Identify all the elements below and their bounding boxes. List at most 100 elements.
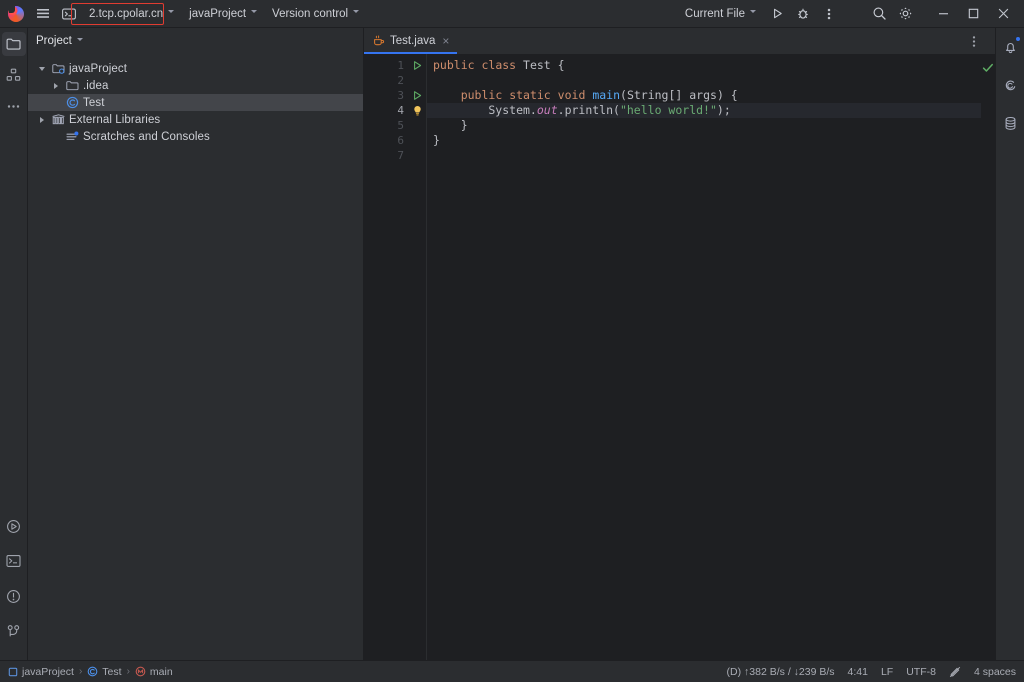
tree-node-idea[interactable]: .idea [28, 77, 363, 94]
editor-tab-actions [961, 28, 995, 54]
chevron-right-icon[interactable] [36, 114, 47, 125]
close-icon[interactable]: × [442, 35, 449, 47]
breadcrumb-separator: › [79, 666, 82, 677]
line-number: 6 [364, 133, 408, 148]
writable-icon[interactable] [949, 666, 961, 678]
breadcrumb-item-method[interactable]: main [135, 666, 173, 678]
file-encoding[interactable]: UTF-8 [906, 666, 936, 678]
tree-node-test[interactable]: Test [28, 94, 363, 111]
maximize-button[interactable] [958, 1, 988, 27]
tree-node-label: Test [83, 97, 105, 109]
editor-area: Test.java × 1 2 [364, 28, 995, 660]
bell-icon[interactable] [998, 35, 1022, 59]
run-gutter-icon[interactable] [408, 58, 426, 73]
project-widget-icon[interactable] [56, 3, 82, 25]
status-bar: javaProject › Test › [0, 660, 1024, 682]
remote-host-label: 2.tcp.cpolar.cn [89, 8, 163, 20]
code-line-6: } [427, 133, 981, 148]
caret-position[interactable]: 4:41 [848, 666, 868, 678]
project-tool-window: Project javaProject [28, 28, 364, 660]
sidebar-item-version-control[interactable] [2, 619, 26, 643]
close-button[interactable] [988, 1, 1018, 27]
gutter-empty [408, 73, 426, 88]
editor-main: 1 2 3 4 5 6 7 [364, 54, 995, 660]
library-icon [51, 113, 65, 127]
code-editor[interactable]: public class Test { public static void m… [426, 54, 981, 660]
editor-gutter-marks [408, 54, 426, 660]
code-line-2 [427, 73, 981, 88]
chevron-down-icon[interactable] [36, 63, 47, 74]
search-icon[interactable] [866, 3, 892, 25]
intention-bulb-icon[interactable] [408, 103, 426, 118]
line-number: 3 [364, 88, 408, 103]
tree-node-external-libraries[interactable]: External Libraries [28, 111, 363, 128]
sidebar-item-problems[interactable] [2, 584, 26, 608]
folder-icon [65, 79, 79, 93]
method-icon [135, 666, 146, 677]
breadcrumb-label: javaProject [22, 666, 74, 678]
chevron-down-icon [353, 10, 360, 17]
code-line-7 [427, 148, 981, 163]
project-panel-title: Project [36, 35, 72, 47]
version-control-label: Version control [272, 8, 348, 20]
tree-node-javaproject[interactable]: javaProject [28, 60, 363, 77]
chevron-down-icon [750, 10, 757, 17]
project-selector[interactable]: javaProject [182, 3, 265, 25]
sidebar-item-run[interactable] [2, 514, 26, 538]
editor-scrollbar[interactable] [981, 54, 995, 660]
sidebar-item-structure[interactable] [2, 63, 26, 87]
checkmark-ok-icon[interactable] [982, 62, 994, 74]
run-icon[interactable] [764, 3, 790, 25]
code-line-4: System.out.println("hello world!"); [427, 103, 981, 118]
java-file-icon [373, 35, 385, 47]
scratch-icon [65, 130, 79, 144]
chevron-down-icon [251, 10, 258, 17]
ai-swirl-icon[interactable] [998, 73, 1022, 97]
toolbar-right-group: Current File [678, 1, 1018, 27]
tree-node-label: .idea [83, 80, 108, 92]
chevron-right-icon[interactable] [50, 80, 61, 91]
remote-host-selector[interactable]: 2.tcp.cpolar.cn [82, 3, 182, 25]
gutter-empty [408, 118, 426, 133]
database-icon[interactable] [998, 111, 1022, 135]
code-line-3: public static void main(String[] args) { [427, 88, 981, 103]
more-vertical-icon[interactable] [816, 3, 842, 25]
java-class-icon [87, 666, 98, 677]
chevron-down-icon[interactable] [77, 38, 84, 45]
sidebar-item-terminal[interactable] [2, 549, 26, 573]
chevron-down-icon [168, 10, 175, 17]
line-separator[interactable]: LF [881, 666, 893, 678]
intellij-logo-icon [8, 6, 24, 22]
line-number: 7 [364, 148, 408, 163]
status-bar-right: (D) ↑382 B/s / ↓239 B/s 4:41 LF UTF-8 4 … [727, 666, 1016, 678]
line-number: 4 [364, 103, 408, 118]
breadcrumb-item-module[interactable]: javaProject [8, 666, 74, 678]
editor-tab-strip: Test.java × [364, 28, 995, 54]
toolbar-left-group: 2.tcp.cpolar.cn javaProject Version cont… [5, 3, 367, 25]
notification-badge [1015, 36, 1021, 42]
right-tool-rail [995, 28, 1024, 660]
tree-node-scratches[interactable]: Scratches and Consoles [28, 128, 363, 145]
gear-icon[interactable] [892, 3, 918, 25]
debug-icon[interactable] [790, 3, 816, 25]
sidebar-item-project[interactable] [2, 32, 26, 56]
java-class-icon [65, 96, 79, 110]
tab-test-java[interactable]: Test.java × [364, 28, 457, 54]
breadcrumb-separator: › [127, 666, 130, 677]
more-vertical-icon[interactable] [961, 30, 987, 52]
version-control-selector[interactable]: Version control [265, 3, 367, 25]
run-configuration-selector[interactable]: Current File [678, 3, 764, 25]
indent-setting[interactable]: 4 spaces [974, 666, 1016, 678]
sidebar-item-more[interactable] [2, 94, 26, 118]
left-tool-rail [0, 28, 28, 660]
run-configuration-label: Current File [685, 8, 745, 20]
run-gutter-icon[interactable] [408, 88, 426, 103]
network-speed-indicator[interactable]: (D) ↑382 B/s / ↓239 B/s [727, 666, 835, 678]
hamburger-menu-icon[interactable] [30, 3, 56, 25]
project-tree: javaProject .idea [28, 54, 363, 145]
breadcrumb-item-class[interactable]: Test [87, 666, 121, 678]
minimize-button[interactable] [928, 1, 958, 27]
line-number: 2 [364, 73, 408, 88]
tree-indent-spacer [50, 131, 61, 142]
line-number: 1 [364, 58, 408, 73]
